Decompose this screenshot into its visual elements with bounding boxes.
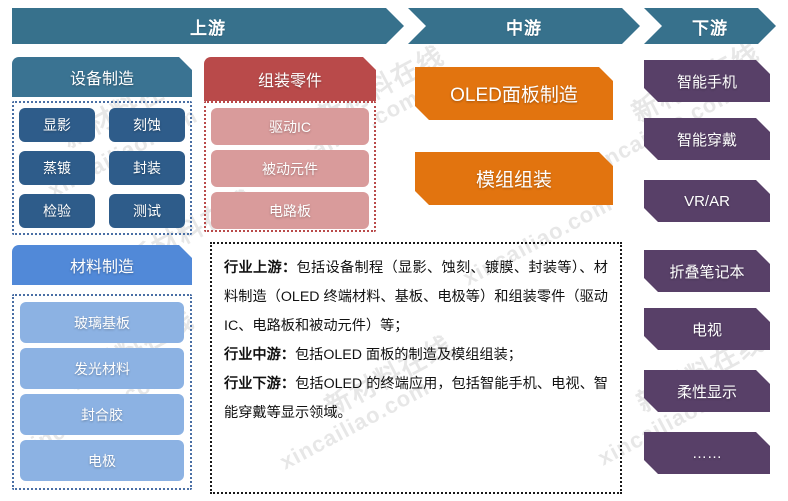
description-paragraph-upstream: 行业上游：包括设备制程（显影、蚀刻、镀膜、封装等）、材料制造（OLED 终端材料…: [224, 254, 608, 341]
banner-label-downstream: 下游: [692, 18, 728, 38]
downstream-item-label-6: ……: [692, 444, 722, 462]
equipment-item-label-5: 测试: [133, 203, 161, 219]
banner-label-upstream: 上游: [190, 18, 226, 38]
material-manufacturing-title: 材料制造: [69, 259, 134, 276]
material-manufacturing-header[interactable]: 材料制造: [12, 245, 192, 285]
equipment-manufacturing-header[interactable]: 设备制造: [12, 57, 192, 97]
assembly-item-label-2: 电路板: [269, 202, 311, 219]
assembly-item-2[interactable]: 电路板: [211, 192, 369, 229]
downstream-item-0[interactable]: 智能手机: [644, 60, 770, 102]
description-paragraph-midstream: 行业中游：包括OLED 面板的制造及模组组装；: [224, 341, 608, 370]
material-item-label-1: 发光材料: [74, 360, 130, 377]
equipment-item-label-1: 刻蚀: [133, 117, 161, 133]
midstream-item-label-0: OLED面板制造: [450, 85, 578, 106]
equipment-manufacturing-title: 设备制造: [69, 71, 134, 88]
assembly-parts-title: 组装零件: [257, 73, 322, 90]
infographic-root: 新材料在线 xincailiao.com 新材料在线 xincailiao.co…: [0, 0, 788, 501]
equipment-item-4[interactable]: 检验: [19, 194, 95, 228]
midstream-item-0[interactable]: OLED面板制造: [415, 67, 613, 120]
downstream-item-label-0: 智能手机: [676, 73, 737, 91]
assembly-item-label-1: 被动元件: [262, 160, 318, 177]
downstream-item-label-4: 电视: [691, 321, 722, 339]
downstream-item-label-1: 智能穿戴: [676, 131, 737, 149]
banner-segment-midstream[interactable]: 中游: [408, 8, 640, 44]
description-label-midstream: 行业中游：: [224, 347, 295, 363]
assembly-parts-header[interactable]: 组装零件: [204, 57, 376, 101]
description-label-upstream: 行业上游：: [224, 260, 297, 276]
material-item-2[interactable]: 封合胶: [20, 394, 184, 435]
downstream-item-label-2: VR/AR: [684, 192, 730, 210]
equipment-item-label-0: 显影: [43, 117, 71, 133]
equipment-item-1[interactable]: 刻蚀: [109, 108, 185, 142]
banner-segment-downstream[interactable]: 下游: [644, 8, 776, 44]
downstream-item-label-5: 柔性显示: [676, 383, 737, 401]
midstream-item-1[interactable]: 模组组装: [415, 152, 613, 205]
material-item-label-3: 电极: [88, 452, 116, 469]
description-box: 行业上游：包括设备制程（显影、蚀刻、镀膜、封装等）、材料制造（OLED 终端材料…: [210, 242, 622, 494]
downstream-item-label-3: 折叠笔记本: [669, 263, 745, 281]
material-item-0[interactable]: 玻璃基板: [20, 302, 184, 343]
material-item-1[interactable]: 发光材料: [20, 348, 184, 389]
banner-label-midstream: 中游: [506, 18, 542, 38]
material-item-3[interactable]: 电极: [20, 440, 184, 481]
downstream-item-5[interactable]: 柔性显示: [644, 370, 770, 412]
assembly-item-0[interactable]: 驱动IC: [211, 108, 369, 145]
description-text-midstream: 包括OLED 面板的制造及模组组装；: [294, 347, 522, 363]
equipment-item-3[interactable]: 封装: [109, 151, 185, 185]
equipment-item-label-2: 蒸镀: [43, 160, 71, 176]
description-paragraph-downstream: 行业下游：包括OLED 的终端应用，包括智能手机、电视、智能穿戴等显示领域。: [224, 370, 608, 428]
assembly-item-1[interactable]: 被动元件: [211, 150, 369, 187]
midstream-item-label-1: 模组组装: [475, 170, 552, 191]
downstream-item-1[interactable]: 智能穿戴: [644, 118, 770, 160]
equipment-item-5[interactable]: 测试: [109, 194, 185, 228]
material-item-label-0: 玻璃基板: [74, 314, 130, 331]
material-item-label-2: 封合胶: [81, 406, 123, 423]
equipment-item-label-4: 检验: [43, 203, 71, 219]
equipment-item-label-3: 封装: [133, 160, 161, 176]
description-label-downstream: 行业下游：: [224, 376, 296, 392]
value-chain-banner: 上游 中游 下游: [12, 8, 776, 44]
downstream-item-4[interactable]: 电视: [644, 308, 770, 350]
downstream-item-6[interactable]: ……: [644, 432, 770, 474]
equipment-item-2[interactable]: 蒸镀: [19, 151, 95, 185]
downstream-item-3[interactable]: 折叠笔记本: [644, 250, 770, 292]
equipment-item-0[interactable]: 显影: [19, 108, 95, 142]
assembly-item-label-0: 驱动IC: [269, 118, 311, 135]
banner-segment-upstream[interactable]: 上游: [12, 8, 404, 44]
downstream-item-2[interactable]: VR/AR: [644, 180, 770, 222]
